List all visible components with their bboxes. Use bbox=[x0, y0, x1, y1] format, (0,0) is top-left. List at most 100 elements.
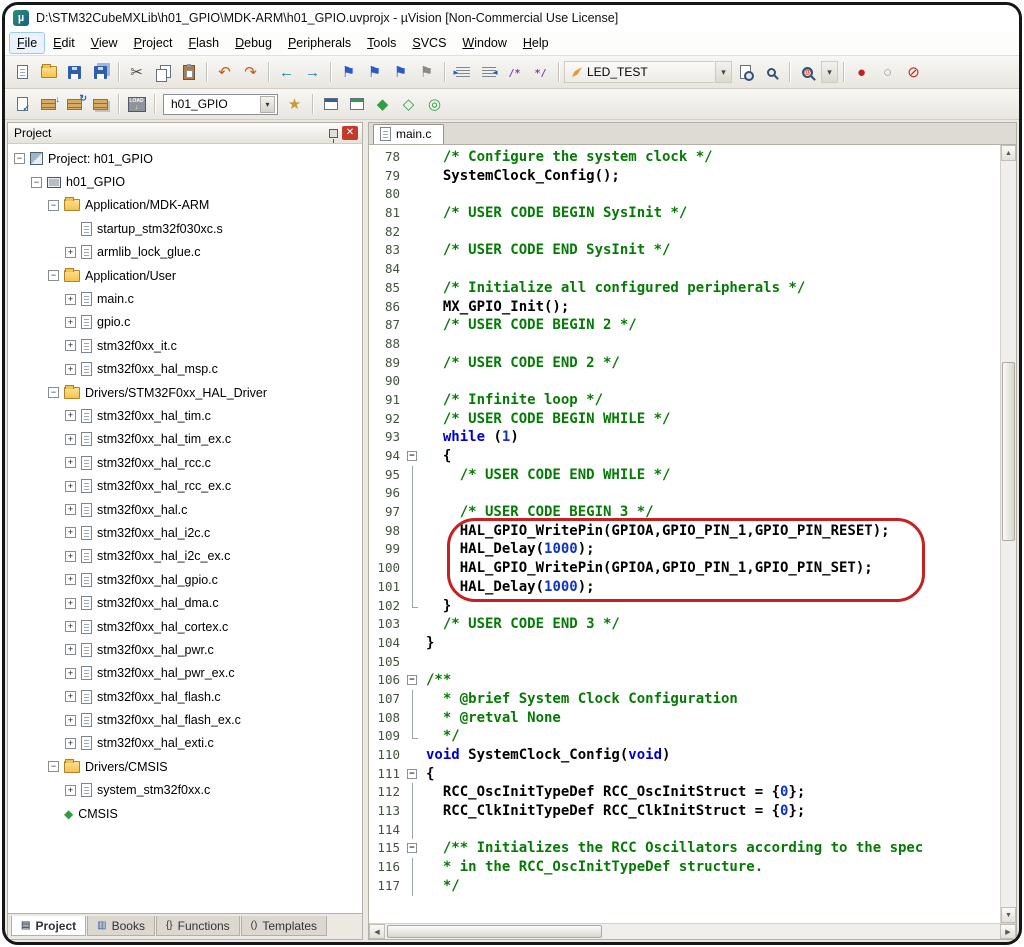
fold-collapse-icon[interactable]: − bbox=[407, 675, 417, 686]
options-for-target-icon[interactable]: ★ bbox=[282, 92, 307, 116]
expander-plus-icon[interactable]: + bbox=[65, 527, 76, 539]
vertical-scrollbar[interactable] bbox=[1000, 145, 1016, 923]
expander-minus-icon[interactable]: − bbox=[48, 199, 59, 211]
vertical-scroll-track[interactable] bbox=[1001, 161, 1016, 907]
select-packs-icon[interactable]: ◇ bbox=[396, 92, 421, 116]
expander-minus-icon[interactable]: − bbox=[48, 270, 59, 282]
tree-item-system-stm32f0xx-c[interactable]: + system_stm32f0xx.c bbox=[8, 779, 362, 802]
close-panel-button[interactable]: ✕ bbox=[342, 126, 358, 140]
expander-plus-icon[interactable]: + bbox=[65, 433, 76, 445]
indent-icon[interactable] bbox=[450, 60, 475, 84]
horizontal-scroll-thumb[interactable] bbox=[387, 925, 602, 938]
batch-build-icon[interactable] bbox=[88, 92, 113, 116]
fold-collapse-icon[interactable]: − bbox=[407, 768, 417, 779]
open-file-icon[interactable] bbox=[36, 60, 61, 84]
save-icon[interactable] bbox=[62, 60, 87, 84]
tree-item-cmsis[interactable]: ◆ CMSIS bbox=[8, 802, 362, 825]
tree-item-armlib-lock-glue-c[interactable]: + armlib_lock_glue.c bbox=[8, 241, 362, 264]
scroll-down-button[interactable] bbox=[1001, 907, 1016, 923]
build-icon[interactable] bbox=[36, 92, 61, 116]
menu-debug[interactable]: Debug bbox=[228, 33, 279, 53]
scroll-up-button[interactable] bbox=[1001, 145, 1016, 161]
tree-item-stm32f0xx-hal-c[interactable]: + stm32f0xx_hal.c bbox=[8, 498, 362, 521]
expander-plus-icon[interactable]: + bbox=[65, 410, 76, 422]
horizontal-scrollbar[interactable] bbox=[369, 923, 1016, 939]
uncomment-selection-icon[interactable] bbox=[528, 60, 553, 84]
expander-plus-icon[interactable]: + bbox=[65, 550, 76, 562]
tree-item-stm32f0xx-hal-rcc-c[interactable]: + stm32f0xx_hal_rcc.c bbox=[8, 451, 362, 474]
copy-icon[interactable] bbox=[150, 60, 175, 84]
bookmark-prev-icon[interactable]: ⚑ bbox=[362, 60, 387, 84]
expander-plus-icon[interactable]: + bbox=[65, 316, 76, 328]
tree-item-stm32f0xx-hal-i2c-ex-c[interactable]: + stm32f0xx_hal_i2c_ex.c bbox=[8, 545, 362, 568]
paste-icon[interactable] bbox=[176, 60, 201, 84]
tree-item-stm32f0xx-hal-pwr-ex-c[interactable]: + stm32f0xx_hal_pwr_ex.c bbox=[8, 662, 362, 685]
tab-main-c[interactable]: main.c bbox=[373, 124, 445, 144]
tree-item-stm32f0xx-hal-rcc-ex-c[interactable]: + stm32f0xx_hal_rcc_ex.c bbox=[8, 474, 362, 497]
expander-plus-icon[interactable]: + bbox=[65, 246, 76, 258]
navigate-back-icon[interactable]: ← bbox=[274, 60, 299, 84]
tree-item-application-user[interactable]: − Application/User bbox=[8, 264, 362, 287]
expander-plus-icon[interactable]: + bbox=[65, 714, 76, 726]
find-in-files-icon[interactable] bbox=[733, 60, 758, 84]
expander-minus-icon[interactable]: − bbox=[31, 176, 42, 188]
tree-item-main-c[interactable]: + main.c bbox=[8, 287, 362, 310]
menu-view[interactable]: View bbox=[84, 33, 125, 53]
search-box[interactable]: LED_TEST bbox=[564, 61, 714, 83]
pin-icon[interactable] bbox=[329, 128, 338, 143]
books-window-icon[interactable] bbox=[344, 92, 369, 116]
bookmark-toggle-icon[interactable]: ⚑ bbox=[336, 60, 361, 84]
symbol-browser-dropdown[interactable] bbox=[821, 61, 838, 83]
expander-plus-icon[interactable]: + bbox=[65, 597, 76, 609]
tab-templates[interactable]: () Templates bbox=[240, 916, 328, 936]
horizontal-scroll-track[interactable] bbox=[385, 924, 1000, 939]
bookmark-next-icon[interactable]: ⚑ bbox=[388, 60, 413, 84]
expander-plus-icon[interactable]: + bbox=[65, 621, 76, 632]
tree-item-drivers-stm32f0xx-hal-driver[interactable]: − Drivers/STM32F0xx_HAL_Driver bbox=[8, 381, 362, 404]
code-area[interactable]: 78 /* Configure the system clock */79 Sy… bbox=[369, 145, 1000, 923]
undo-icon[interactable]: ↶ bbox=[212, 60, 237, 84]
tree-item-stm32f0xx-hal-tim-c[interactable]: + stm32f0xx_hal_tim.c bbox=[8, 404, 362, 427]
comment-selection-icon[interactable] bbox=[502, 60, 527, 84]
expander-minus-icon[interactable]: − bbox=[48, 387, 59, 399]
title-bar[interactable]: µ D:\STM32CubeMXLib\h01_GPIO\MDK-ARM\h01… bbox=[5, 5, 1019, 31]
expander-minus-icon[interactable]: − bbox=[14, 153, 25, 165]
menu-window[interactable]: Window bbox=[455, 33, 513, 53]
search-dropdown[interactable] bbox=[715, 61, 732, 83]
unindent-icon[interactable] bbox=[476, 60, 501, 84]
tree-item-stm32f0xx-hal-flash-ex-c[interactable]: + stm32f0xx_hal_flash_ex.c bbox=[8, 708, 362, 731]
new-file-icon[interactable] bbox=[10, 60, 35, 84]
tree-item-gpio-c[interactable]: + gpio.c bbox=[8, 311, 362, 334]
menu-project[interactable]: Project bbox=[127, 33, 180, 53]
kill-breakpoints-icon[interactable]: ⊘ bbox=[901, 60, 926, 84]
rebuild-icon[interactable] bbox=[62, 92, 87, 116]
fold-collapse-icon[interactable]: − bbox=[407, 843, 417, 854]
expander-plus-icon[interactable]: + bbox=[65, 691, 76, 703]
expander-plus-icon[interactable]: + bbox=[65, 480, 76, 492]
manage-rte-icon[interactable]: ◆ bbox=[370, 92, 395, 116]
menu-help[interactable]: Help bbox=[516, 33, 556, 53]
expander-plus-icon[interactable]: + bbox=[65, 574, 76, 586]
expander-plus-icon[interactable]: + bbox=[65, 363, 76, 375]
tree-item-stm32f0xx-hal-flash-c[interactable]: + stm32f0xx_hal_flash.c bbox=[8, 685, 362, 708]
expander-plus-icon[interactable]: + bbox=[65, 784, 76, 796]
bookmark-clear-icon[interactable]: ⚑ bbox=[414, 60, 439, 84]
tree-item-drivers-cmsis[interactable]: − Drivers/CMSIS bbox=[8, 755, 362, 778]
tree-item-stm32f0xx-hal-i2c-c[interactable]: + stm32f0xx_hal_i2c.c bbox=[8, 521, 362, 544]
scroll-left-button[interactable] bbox=[369, 924, 385, 939]
pack-installer-icon[interactable]: ◎ bbox=[422, 92, 447, 116]
disable-breakpoint-icon[interactable]: ○ bbox=[875, 60, 900, 84]
redo-icon[interactable]: ↷ bbox=[238, 60, 263, 84]
tree-item-stm32f0xx-hal-tim-ex-c[interactable]: + stm32f0xx_hal_tim_ex.c bbox=[8, 428, 362, 451]
scroll-right-button[interactable] bbox=[1000, 924, 1016, 939]
menu-peripherals[interactable]: Peripherals bbox=[281, 33, 358, 53]
translate-icon[interactable] bbox=[10, 92, 35, 116]
save-all-icon[interactable] bbox=[88, 60, 113, 84]
expander-plus-icon[interactable]: + bbox=[65, 293, 76, 305]
expander-plus-icon[interactable]: + bbox=[65, 667, 76, 679]
tree-item-project-h01-gpio[interactable]: − Project: h01_GPIO bbox=[8, 147, 362, 170]
project-tree[interactable]: − Project: h01_GPIO − h01_GPIO − Application/… bbox=[8, 144, 362, 913]
tree-item-h01-gpio[interactable]: − h01_GPIO bbox=[8, 170, 362, 193]
tree-item-startup-stm32f030xc-s[interactable]: startup_stm32f030xc.s bbox=[8, 217, 362, 240]
menu-tools[interactable]: Tools bbox=[360, 33, 403, 53]
